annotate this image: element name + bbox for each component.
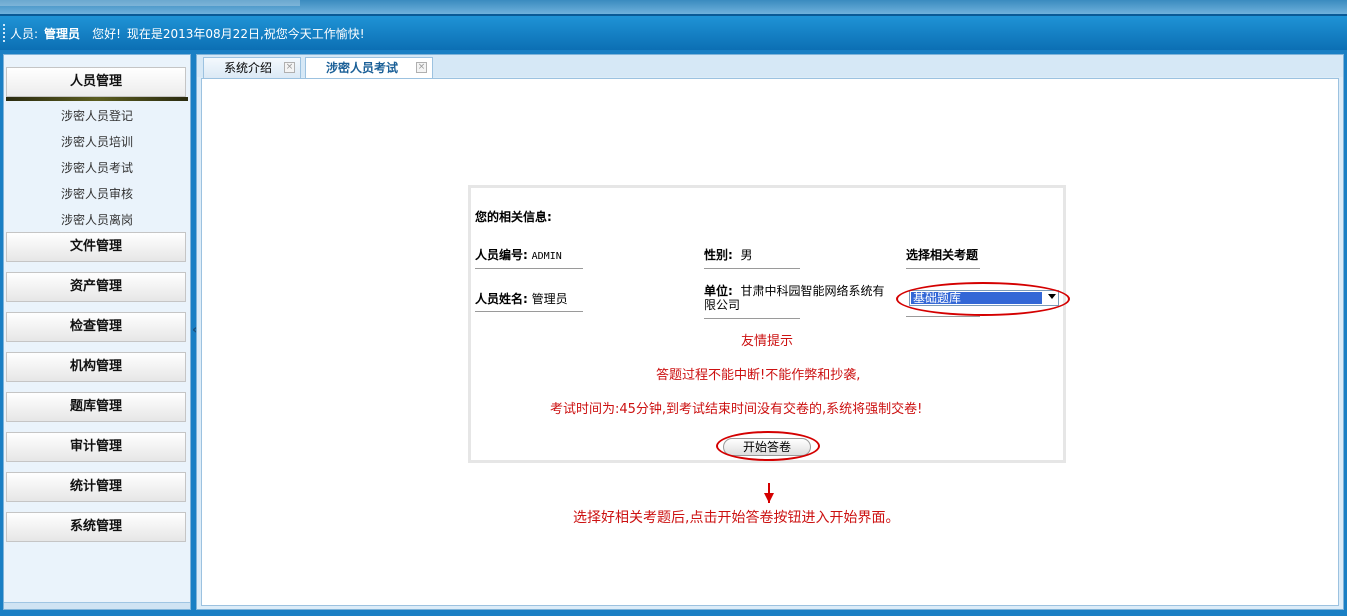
arrow-down-icon (764, 493, 774, 503)
welcome-line: 人员: 管理员 您好! 现在是2013年08月22日,祝您今天工作愉快! (10, 25, 371, 42)
sidebar: 人员管理 涉密人员登记 涉密人员培训 涉密人员考试 涉密人员审核 涉密人员离岗 … (3, 54, 191, 610)
close-icon[interactable]: × (416, 62, 427, 73)
name-label: 人员姓名: (475, 292, 528, 306)
active-menu-indicator (6, 97, 188, 101)
header-bar: 人员: 管理员 您好! 现在是2013年08月22日,祝您今天工作愉快! (0, 14, 1347, 50)
sidebar-item-leave[interactable]: 涉密人员离岗 (4, 211, 190, 228)
select-title: 选择相关考题 (906, 248, 979, 262)
menu-question-bank[interactable]: 题库管理 (6, 392, 186, 422)
tip-line-1: 答题过程不能中断!不能作弊和抄袭, (656, 368, 861, 383)
grip-icon (3, 24, 7, 42)
divider (475, 311, 583, 312)
main-panel: 系统介绍 × 涉密人员考试 × 您的相关信息: 人员编号: ADMIN 人员姓名… (196, 54, 1344, 610)
menu-system[interactable]: 系统管理 (6, 512, 186, 542)
gender-label: 性别: (704, 248, 733, 262)
start-exam-button[interactable]: 开始答卷 (723, 438, 811, 456)
chevron-down-icon (1048, 294, 1056, 299)
user-name: 管理员 (44, 27, 81, 41)
menu-statistics[interactable]: 统计管理 (6, 472, 186, 502)
content-area: 您的相关信息: 人员编号: ADMIN 人员姓名: 管理员 性别: 男 单位: … (201, 78, 1339, 606)
menu-organization[interactable]: 机构管理 (6, 352, 186, 382)
tab-label: 涉密人员考试 (326, 61, 399, 75)
menu-audit[interactable]: 审计管理 (6, 432, 186, 462)
menu-files[interactable]: 文件管理 (6, 232, 186, 262)
id-label: 人员编号: (475, 248, 528, 262)
section-title: 您的相关信息: (475, 210, 552, 224)
tip-title: 友情提示 (741, 334, 794, 349)
sidebar-bottom-bar (4, 602, 190, 609)
divider (906, 316, 980, 317)
menu-personnel[interactable]: 人员管理 (6, 67, 186, 97)
tip-line-2: 考试时间为:45分钟,到考试结束时间没有交卷的,系统将强制交卷! (550, 402, 923, 417)
user-label: 人员: (10, 27, 39, 41)
select-value: 基础题库 (911, 292, 1042, 304)
question-bank-select[interactable]: 基础题库 (909, 290, 1059, 306)
person-id: 人员编号: ADMIN (475, 246, 562, 263)
greeting: 您好! (92, 27, 121, 41)
divider (704, 318, 800, 319)
unit-value-line2: 限公司 (704, 298, 741, 312)
menu-assets[interactable]: 资产管理 (6, 272, 186, 302)
gender: 性别: 男 (704, 246, 752, 263)
divider (906, 268, 980, 269)
gender-value: 男 (740, 248, 753, 262)
sidebar-item-review[interactable]: 涉密人员审核 (4, 185, 190, 202)
menu-inspection[interactable]: 检查管理 (6, 312, 186, 342)
sidebar-item-exam[interactable]: 涉密人员考试 (4, 159, 190, 176)
divider (704, 268, 800, 269)
id-value: ADMIN (531, 251, 562, 262)
tab-exam[interactable]: 涉密人员考试 × (305, 57, 433, 79)
person-name: 人员姓名: 管理员 (475, 290, 568, 307)
top-band-shade (0, 0, 300, 6)
instruction-hint: 选择好相关考题后,点击开始答卷按钮进入开始界面。 (573, 510, 900, 526)
name-value: 管理员 (531, 292, 568, 306)
sidebar-item-training[interactable]: 涉密人员培训 (4, 133, 190, 150)
exam-info-card: 您的相关信息: 人员编号: ADMIN 人员姓名: 管理员 性别: 男 单位: … (468, 185, 1070, 463)
date-text: 现在是2013年08月22日,祝您今天工作愉快! (126, 27, 365, 41)
tab-label: 系统介绍 (224, 61, 273, 75)
top-band (0, 0, 1347, 14)
close-icon[interactable]: × (284, 62, 295, 73)
divider (475, 268, 583, 269)
sidebar-item-register[interactable]: 涉密人员登记 (4, 107, 190, 124)
unit-value-line1: 甘肃中科园智能网络系统有 (740, 284, 885, 298)
tab-strip: 系统介绍 × 涉密人员考试 × (197, 55, 1343, 79)
tab-system-intro[interactable]: 系统介绍 × (203, 57, 301, 78)
